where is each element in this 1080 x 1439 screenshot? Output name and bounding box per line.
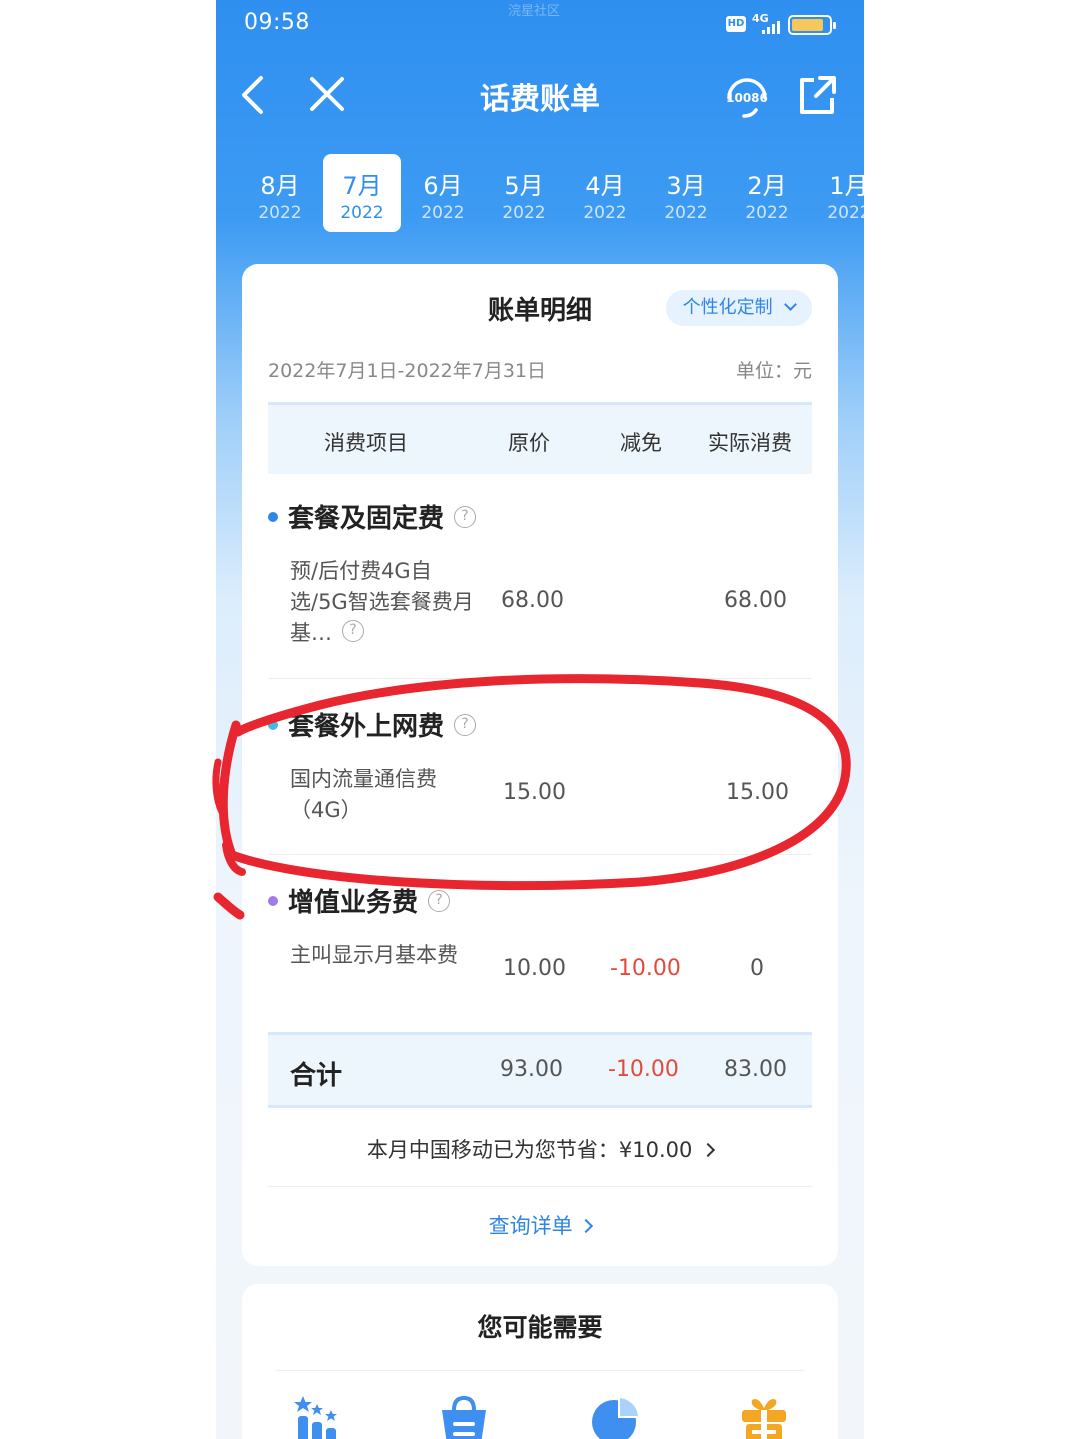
query-link-text: 查询详单 [488, 1214, 573, 1238]
column-original: 原价 [508, 431, 550, 455]
month-tab-2[interactable]: 2月 2022 [728, 154, 806, 232]
month-year: 2022 [583, 203, 627, 223]
divider [268, 1186, 812, 1187]
phone-screen: 09:58 浣星社区 HD 4G 话费账单 10086 8月 2022 7月 2… [216, 0, 864, 1439]
status-time: 09:58 [244, 10, 310, 35]
customize-button[interactable]: 个性化定制 [666, 290, 812, 326]
help-icon[interactable]: ? [428, 889, 451, 912]
battery-level [792, 19, 823, 31]
customize-label: 个性化定制 [682, 297, 773, 318]
month-label: 3月 [666, 172, 706, 200]
section-title-value-added: 增值业务费? [268, 882, 451, 919]
item-name-text: 预/后付费4G自选/5G智选套餐费月基… [290, 559, 474, 645]
total-label: 合计 [290, 1061, 343, 1091]
help-icon[interactable]: ? [454, 713, 477, 736]
help-icon[interactable]: ? [342, 620, 364, 642]
chevron-right-icon [579, 1218, 594, 1234]
divider [276, 1370, 804, 1371]
item-actual: 0 [750, 956, 764, 981]
shopping-basket-icon[interactable] [438, 1392, 490, 1439]
customer-service-icon[interactable]: 10086 [722, 70, 772, 120]
nav-bar: 话费账单 10086 [216, 60, 864, 130]
section-title-text: 套餐外上网费 [288, 712, 445, 742]
item-actual: 68.00 [724, 588, 787, 613]
divider [268, 678, 812, 679]
suggest-title: 您可能需要 [477, 1313, 603, 1342]
watermark: 浣星社区 [508, 4, 561, 19]
month-year: 2022 [340, 203, 384, 223]
status-bar: 09:58 浣星社区 HD 4G [216, 0, 864, 50]
month-label: 5月 [504, 172, 544, 200]
month-label: 2月 [747, 172, 787, 200]
divider [268, 854, 812, 855]
item-name[interactable]: 主叫显示月基本费 [290, 940, 486, 971]
month-tab-1[interactable]: 1月 2022 [810, 154, 864, 232]
month-tab-7[interactable]: 7月 2022 [323, 154, 401, 232]
item-name[interactable]: 预/后付费4G自选/5G智选套餐费月基…? [290, 556, 486, 649]
savings-text: 本月中国移动已为您节省：¥10.00 [366, 1138, 693, 1162]
month-tab-8[interactable]: 8月 2022 [241, 154, 319, 232]
total-original: 93.00 [500, 1057, 563, 1082]
month-label: 4月 [585, 172, 625, 200]
month-year: 2022 [664, 203, 708, 223]
item-original: 68.00 [501, 588, 564, 613]
column-item: 消费项目 [324, 431, 408, 455]
section-dot [268, 511, 278, 522]
month-year: 2022 [421, 203, 465, 223]
bill-detail-card: 账单明细 个性化定制 2022年7月1日-2022年7月31日 单位：元 消费项… [242, 264, 838, 1266]
query-details-link[interactable]: 查询详单 [242, 1210, 838, 1240]
table-header: 消费项目 原价 减免 实际消费 [268, 402, 812, 474]
section-title-text: 套餐及固定费 [288, 504, 445, 534]
month-tab-4[interactable]: 4月 2022 [566, 154, 644, 232]
month-tab-3[interactable]: 3月 2022 [647, 154, 725, 232]
item-original: 10.00 [503, 956, 566, 981]
section-dot [268, 719, 278, 730]
month-label: 7月 [342, 172, 382, 200]
month-tabs: 8月 2022 7月 2022 6月 2022 5月 2022 4月 2022 … [216, 154, 864, 234]
item-discount: -10.00 [610, 956, 681, 981]
chevron-right-icon [701, 1142, 716, 1158]
month-tab-6[interactable]: 6月 2022 [404, 154, 482, 232]
service-number: 10086 [726, 91, 768, 105]
suggestions-card: 您可能需要 [242, 1284, 838, 1439]
signal-icon [762, 20, 782, 34]
item-original: 15.00 [503, 780, 566, 805]
total-actual: 83.00 [724, 1057, 787, 1082]
column-discount: 减免 [620, 431, 662, 455]
section-dot [268, 895, 278, 906]
total-discount: -10.00 [608, 1057, 679, 1082]
item-actual: 15.00 [726, 780, 789, 805]
date-range: 2022年7月1日-2022年7月31日 [268, 360, 547, 382]
month-year: 2022 [258, 203, 302, 223]
item-name[interactable]: 国内流量通信费（4G） [290, 764, 486, 826]
month-label: 6月 [423, 172, 463, 200]
help-icon[interactable]: ? [454, 505, 477, 528]
month-label: 1月 [829, 172, 864, 200]
share-icon[interactable] [792, 70, 842, 120]
battery-icon [788, 15, 836, 35]
total-row: 合计 93.00 -10.00 83.00 [268, 1032, 812, 1108]
month-tab-5[interactable]: 5月 2022 [485, 154, 563, 232]
ranking-stars-icon[interactable] [290, 1392, 342, 1439]
pie-chart-icon[interactable] [590, 1392, 642, 1439]
month-label: 8月 [260, 172, 300, 200]
column-actual: 实际消费 [708, 431, 792, 455]
section-title-package: 套餐及固定费? [268, 498, 477, 535]
month-year: 2022 [502, 203, 546, 223]
month-year: 2022 [827, 203, 864, 223]
gift-icon[interactable] [738, 1392, 790, 1439]
unit-label: 单位：元 [735, 360, 812, 382]
hd-icon: HD [726, 16, 746, 32]
month-year: 2022 [745, 203, 789, 223]
chevron-down-icon [784, 298, 798, 311]
savings-link[interactable]: 本月中国移动已为您节省：¥10.00 [242, 1134, 838, 1164]
section-title-text: 增值业务费 [288, 888, 419, 918]
section-title-data: 套餐外上网费? [268, 706, 477, 743]
